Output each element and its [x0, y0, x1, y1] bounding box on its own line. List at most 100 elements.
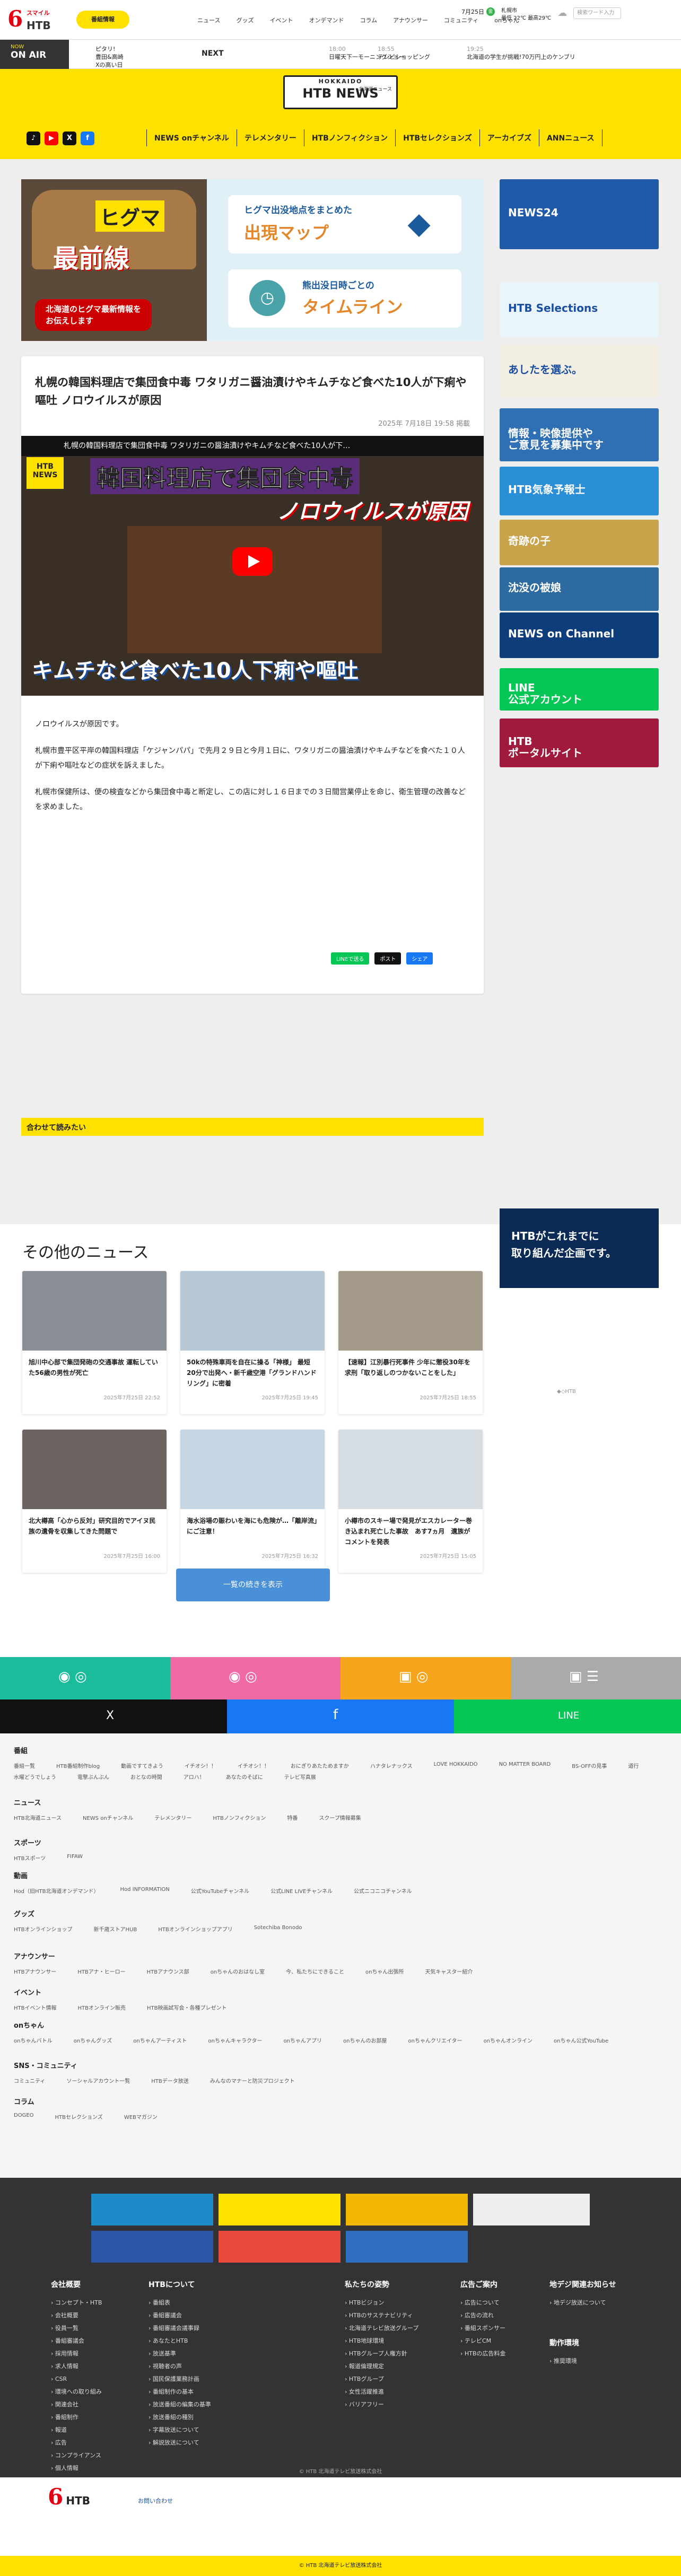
sidebar-banner[interactable]: HTB ポータルサイト — [500, 719, 659, 767]
footer-link[interactable]: › 解説放送について — [149, 2437, 211, 2449]
nav-column[interactable]: コラム — [360, 16, 377, 24]
cat-telementary[interactable]: テレメンタリー — [236, 129, 304, 146]
cat-newson[interactable]: NEWS onチャンネル — [146, 129, 237, 146]
sitemap-link[interactable]: 新千歳ストアHUB — [94, 1925, 137, 1933]
footer-link[interactable]: › HTBグループ — [345, 2373, 418, 2386]
sidebar-banner[interactable]: あしたを選ぶ。 — [500, 345, 659, 398]
sitemap-link[interactable]: テレビ写真展 — [284, 1773, 316, 1781]
ad-banner[interactable]: HTBがこれまでに 取り組んだ企画です。 — [500, 1208, 659, 1288]
footer-link[interactable]: › 視聴者の声 — [149, 2360, 211, 2373]
search-input[interactable]: 検索ワード入力 — [573, 7, 622, 19]
htb-news-logo[interactable]: HOKKAIDO HTB NEWS 北海道ニュース — [283, 75, 398, 109]
sitemap-link[interactable]: HTB北海道ニュース — [14, 1813, 62, 1821]
htb-logo[interactable]: 6 スマイル HTB — [7, 5, 71, 33]
sitemap-link[interactable]: HTBセレクションズ — [55, 2113, 103, 2121]
banner-sustaina[interactable] — [473, 2194, 590, 2225]
footer-link[interactable]: › 報道倫理規定 — [345, 2360, 418, 2373]
sitemap-link[interactable]: onちゃんアーティスト — [133, 2036, 187, 2044]
sitemap-link[interactable]: onちゃんバトル — [14, 2036, 53, 2044]
strip-teal[interactable]: ◉ ◎ — [0, 1657, 170, 1699]
footer-link[interactable]: › HTBグループ人権方針 — [345, 2347, 418, 2360]
sidebar-banner[interactable]: HTB Selections — [500, 282, 659, 337]
nav-goods[interactable]: グッズ — [236, 16, 254, 24]
strip-grey[interactable]: ▣ ☰ — [511, 1657, 681, 1699]
sitemap-link[interactable]: スクープ情報募集 — [319, 1813, 361, 1821]
cat-selections[interactable]: HTBセレクションズ — [395, 129, 479, 146]
sitemap-link[interactable]: 公式ニコニコチャンネル — [354, 1887, 412, 1895]
footer-link[interactable]: › 会社概要 — [51, 2309, 102, 2322]
sitemap-link[interactable]: onちゃんクリエイター — [408, 2036, 462, 2044]
banner-6[interactable] — [219, 2231, 340, 2263]
sitemap-link[interactable]: DOGEO — [14, 2113, 34, 2121]
footer-link[interactable]: › 個人情報 — [51, 2462, 102, 2475]
sitemap-link[interactable]: ソーシャルアカウント一覧 — [66, 2076, 130, 2084]
footer-link[interactable]: › HTBビジョン — [345, 2297, 418, 2309]
sitemap-link[interactable]: テレメンタリー — [154, 1813, 191, 1821]
footer-link[interactable]: › 放送番組の編集の基準 — [149, 2398, 211, 2411]
sitemap-link[interactable]: HTBイベント情報 — [14, 2003, 57, 2011]
now-program[interactable]: ピタリ! 豊田&高崎 Xの高い日 — [95, 45, 124, 69]
news-card[interactable]: 海水浴場の賑わいを海にも危険が…「離岸流」にご注意！ 2025年7月25日 16:… — [180, 1430, 325, 1573]
sitemap-link[interactable]: HTBアナ・ヒーロー — [77, 1967, 125, 1975]
sitemap-link[interactable]: onちゃんのおはなし室 — [211, 1967, 265, 1975]
sitemap-link[interactable]: 特番 — [287, 1813, 298, 1821]
footer-link[interactable]: › HTBの広告料金 — [460, 2347, 505, 2360]
sitemap-link[interactable]: 道行 — [628, 1762, 639, 1769]
sitemap-link[interactable]: HTBオンライン販売 — [78, 2003, 126, 2011]
sidebar-banner[interactable]: 沈没の被娘 — [500, 567, 659, 611]
timeline-link[interactable]: ◷ 熊出没日時ごとの タイムライン — [228, 269, 461, 328]
banner-shop[interactable] — [219, 2194, 340, 2225]
footer-link[interactable]: › 求人情報 — [51, 2360, 102, 2373]
sitemap-link[interactable]: 今、私たちにできること — [286, 1967, 344, 1975]
sitemap-link[interactable]: onちゃんグッズ — [74, 2036, 112, 2044]
sitemap-link[interactable]: onちゃんキャラクター — [208, 2036, 263, 2044]
footer-link[interactable]: › 番組表 — [149, 2297, 211, 2309]
sitemap-link[interactable]: 番組一覧 — [14, 1762, 35, 1769]
footer-link[interactable]: › HTBのサステナビリティ — [345, 2309, 418, 2322]
nav-ondemand[interactable]: オンデマンド — [309, 16, 344, 24]
broadcast-button[interactable]: 番組情報 — [76, 11, 129, 29]
footer-link[interactable]: › 地デジ放送について — [549, 2297, 616, 2309]
sitemap-link[interactable]: 電撃ぶんぶん — [77, 1773, 109, 1781]
sitemap-link[interactable]: アロハ！ — [184, 1773, 205, 1781]
sitemap-link[interactable]: おとなの時間 — [130, 1773, 162, 1781]
sitemap-link[interactable]: 動画ですてきよう — [121, 1762, 163, 1769]
sitemap-link[interactable]: HTBオンラインショップアプリ — [158, 1925, 233, 1933]
footer-logo[interactable]: 6 HTB — [48, 2484, 90, 2510]
footer-link[interactable]: › テレビCM — [460, 2335, 505, 2347]
sitemap-link[interactable]: イチオシ！！ — [185, 1762, 216, 1769]
news-card[interactable]: 【速報】江別暴行死事件 少年に懲役30年を求刑「取り返しのつかないことをした」 2… — [338, 1271, 483, 1414]
facebook-strip[interactable]: f — [227, 1699, 454, 1733]
sitemap-link[interactable]: 公式LINE LIVEチャンネル — [270, 1887, 333, 1895]
tiktok-icon[interactable]: ♪ — [27, 132, 40, 145]
sitemap-link[interactable]: Hod（旧HTB北海道オンデマンド） — [14, 1887, 99, 1895]
sitemap-link[interactable]: HTBスポーツ — [14, 1854, 46, 1862]
footer-contact-link[interactable]: お問い合わせ — [138, 2496, 173, 2505]
footer-link[interactable]: › 北海道テレビ放送グループ — [345, 2322, 418, 2335]
sitemap-link[interactable]: ハナタレナックス — [370, 1762, 413, 1769]
footer-link[interactable]: › CSR — [51, 2373, 102, 2386]
footer-link[interactable]: › あなたとHTB — [149, 2335, 211, 2347]
line-share-button[interactable]: LINEで送る — [331, 952, 370, 965]
footer-link[interactable]: › 国民保護業務計画 — [149, 2373, 211, 2386]
sitemap-link[interactable]: HTB映画試写会・各種プレゼント — [147, 2003, 227, 2011]
banner-1[interactable] — [91, 2194, 213, 2225]
next-program-2[interactable]: 18:55 テレビショッピング — [378, 45, 430, 61]
facebook-icon[interactable]: f — [81, 132, 94, 145]
news-card[interactable]: 北大樽高「心から反対」研究目的でアイヌ民族の遺骨を収集してきた問題で 2025年7… — [22, 1430, 167, 1573]
sitemap-link[interactable]: WEBマガジン — [124, 2113, 158, 2121]
news-card[interactable]: 50kの特殊車両を自在に操る「神様」 最短20分で出発へ・新千歳空港「グランドハ… — [180, 1271, 325, 1414]
sitemap-link[interactable]: HTBアナウンサー — [14, 1967, 56, 1975]
sitemap-link[interactable]: HTBデータ放送 — [151, 2076, 189, 2084]
sitemap-link[interactable]: みんなのマナーと防災プロジェクト — [210, 2076, 295, 2084]
cat-ann[interactable]: ANNニュース — [538, 129, 603, 146]
footer-link[interactable]: › 採用情報 — [51, 2347, 102, 2360]
nav-news[interactable]: ニュース — [197, 16, 220, 24]
sidebar-banner[interactable]: NEWS24 — [500, 179, 659, 249]
sitemap-link[interactable]: Hod INFORMATION — [120, 1887, 169, 1895]
footer-link[interactable]: › バリアフリー — [345, 2398, 418, 2411]
footer-link[interactable]: › 推奨環境 — [549, 2355, 579, 2368]
map-link[interactable]: ヒグマ出没地点をまとめた 出現マップ ◆ — [228, 195, 461, 253]
footer-link[interactable]: › 番組制作 — [51, 2411, 102, 2424]
sitemap-link[interactable]: おにぎりあたためますか — [291, 1762, 349, 1769]
